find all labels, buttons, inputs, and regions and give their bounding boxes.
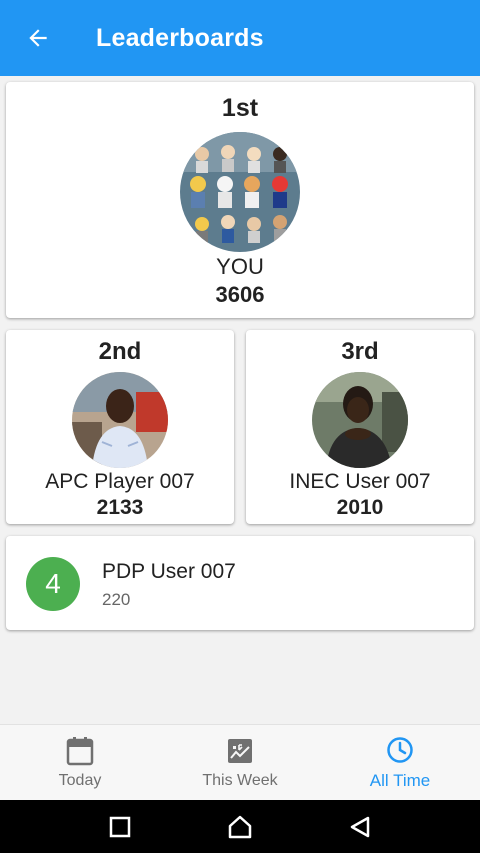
- rank-label: 1st: [221, 94, 259, 122]
- app-bar: Leaderboards: [0, 0, 480, 76]
- player-score: 3606: [215, 282, 265, 307]
- player-name: PDP User 007: [102, 560, 236, 583]
- week-icon: [225, 736, 255, 766]
- player-score: 220: [102, 590, 131, 609]
- player-name: INEC User 007: [289, 470, 431, 493]
- tab-today[interactable]: Today: [0, 725, 160, 800]
- calendar-icon: [65, 736, 95, 766]
- player-name: YOU: [216, 254, 264, 279]
- second-place-card[interactable]: 2nd APC Player 007 2133: [6, 330, 234, 524]
- first-place-card[interactable]: 1st YOU 3606: [6, 82, 474, 318]
- third-place-card[interactable]: 3rd INEC User 007 2010: [246, 330, 474, 524]
- back-button[interactable]: [0, 0, 76, 76]
- tab-all-time[interactable]: All Time: [320, 725, 480, 800]
- page-title: Leaderboards: [96, 23, 264, 52]
- recents-icon: [109, 816, 131, 837]
- rank-label: 3rd: [341, 338, 379, 365]
- rank-label: 2nd: [98, 338, 142, 365]
- tab-label: Today: [58, 771, 102, 789]
- tab-label: This Week: [202, 771, 278, 789]
- arrow-left-icon: [29, 29, 47, 47]
- bottom-navigation: Today This Week All Time: [0, 724, 480, 800]
- system-navigation-bar: [0, 800, 480, 853]
- list-item[interactable]: 4 PDP User 007 220: [6, 536, 474, 630]
- tab-this-week[interactable]: This Week: [160, 725, 320, 800]
- rank-badge: 4: [26, 557, 80, 611]
- player-score: 2010: [336, 496, 384, 519]
- clock-icon: [385, 735, 415, 765]
- recents-button[interactable]: [100, 807, 140, 847]
- tab-label: All Time: [369, 770, 431, 790]
- home-button[interactable]: [220, 807, 260, 847]
- avatar: [72, 372, 168, 468]
- player-score: 2133: [96, 496, 144, 519]
- avatar: [312, 372, 408, 468]
- home-icon: [228, 815, 252, 838]
- player-name: APC Player 007: [45, 470, 195, 493]
- system-back-button[interactable]: [340, 807, 380, 847]
- avatar: [180, 132, 300, 252]
- back-icon: [350, 816, 370, 837]
